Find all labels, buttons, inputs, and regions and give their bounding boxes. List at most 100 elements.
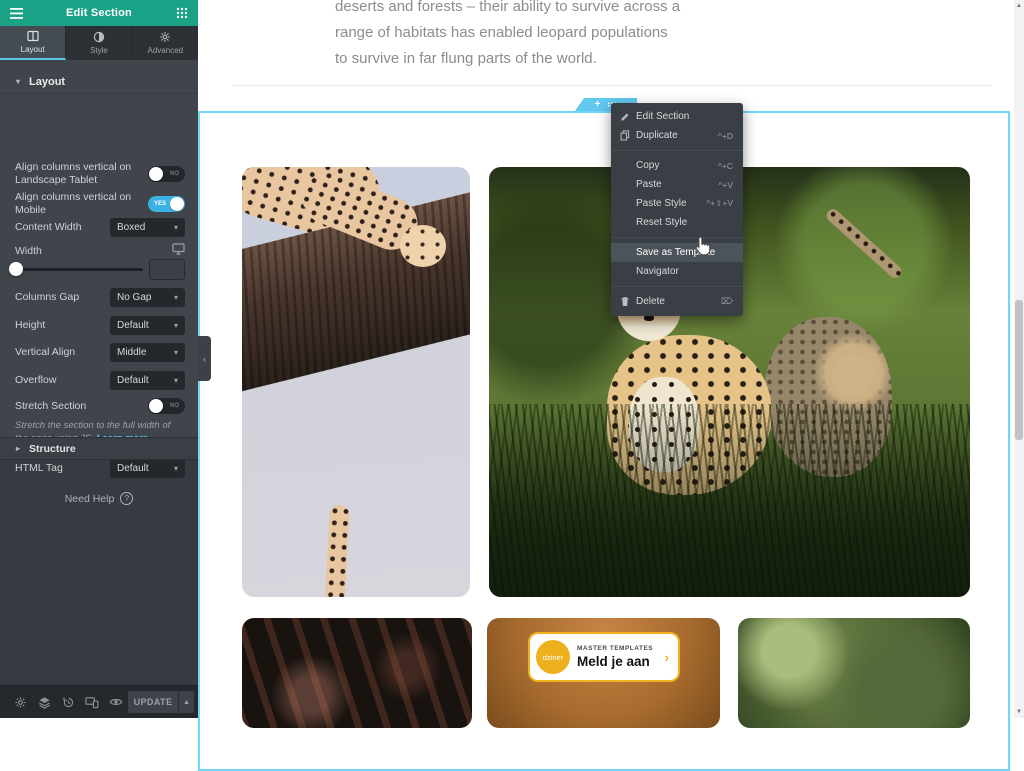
section-context-menu: Edit Section Duplicate ^+D Copy ^+C Past… xyxy=(611,103,743,316)
menu-item-reset-style[interactable]: Reset Style xyxy=(611,213,743,232)
control-label: Align columns vertical on Mobile xyxy=(15,191,140,217)
panel-collapse-handle[interactable] xyxy=(198,336,211,381)
menu-item-label: Paste xyxy=(636,179,662,190)
menu-item-label: Navigator xyxy=(636,266,679,277)
chevron-down-icon xyxy=(174,321,178,330)
image-green-foliage[interactable] xyxy=(738,618,970,728)
leopard-paw-shape xyxy=(400,225,446,267)
menu-item-save-as-template[interactable]: Save as Template xyxy=(611,243,743,262)
width-slider-knob[interactable] xyxy=(9,262,23,276)
tab-advanced[interactable]: Advanced xyxy=(133,26,198,60)
navigator-layers-icon[interactable] xyxy=(32,690,56,714)
control-html-tag: HTML Tag Default xyxy=(15,459,185,478)
add-section-icon[interactable] xyxy=(595,100,601,110)
select-value: Boxed xyxy=(117,222,145,233)
page-paragraph[interactable]: deserts and forests – their ability to s… xyxy=(335,0,680,72)
settings-gear-icon[interactable] xyxy=(8,690,32,714)
paragraph-line: range of habitats has enabled leopard po… xyxy=(335,20,680,46)
scrollbar-up-arrow-icon[interactable] xyxy=(1014,0,1024,12)
height-select[interactable]: Default xyxy=(110,316,185,335)
control-vertical-align: Vertical Align Middle xyxy=(15,343,185,362)
widgets-grid-icon[interactable] xyxy=(175,6,189,20)
menu-item-label: Duplicate xyxy=(636,130,678,141)
toggle-knob xyxy=(149,399,163,413)
control-label: Stretch Section xyxy=(15,400,86,413)
duplicate-icon xyxy=(620,130,636,141)
banner-arrow-icon: › xyxy=(665,650,669,665)
image-banner-card[interactable]: dziner MASTER TEMPLATES Meld je aan › xyxy=(487,618,720,728)
tab-layout[interactable]: Layout xyxy=(0,26,66,60)
menu-item-duplicate[interactable]: Duplicate ^+D xyxy=(611,126,743,145)
align-landscape-toggle[interactable]: NO xyxy=(148,166,185,182)
html-tag-select[interactable]: Default xyxy=(110,459,185,478)
menu-divider xyxy=(611,237,743,238)
menu-item-paste-style[interactable]: Paste Style ^+⇧+V xyxy=(611,194,743,213)
control-label: Width xyxy=(15,245,42,258)
update-options-arrow[interactable] xyxy=(178,691,194,713)
image-leopard-branch[interactable] xyxy=(242,167,470,597)
cub-face-shape xyxy=(832,355,874,395)
chevron-down-icon xyxy=(174,464,178,473)
caret-down-icon xyxy=(16,77,20,86)
menu-item-edit-section[interactable]: Edit Section xyxy=(611,107,743,126)
desktop-device-icon[interactable] xyxy=(172,242,185,260)
leopard-tail-shape xyxy=(320,505,350,597)
menu-divider xyxy=(611,150,743,151)
control-content-width: Content Width Boxed xyxy=(15,218,185,237)
tab-label: Style xyxy=(90,46,108,55)
menu-item-copy[interactable]: Copy ^+C xyxy=(611,156,743,175)
cub-tail-shape xyxy=(824,207,904,281)
scrollbar-thumb[interactable] xyxy=(1015,300,1023,440)
style-halfmoon-icon xyxy=(93,31,105,43)
menu-shortcut: ⌦ xyxy=(721,296,733,307)
menu-item-paste[interactable]: Paste ^+V xyxy=(611,175,743,194)
align-mobile-toggle[interactable]: YES xyxy=(148,196,185,212)
update-button-group: UPDATE xyxy=(128,691,194,713)
width-slider-track[interactable] xyxy=(15,268,143,271)
control-width: Width xyxy=(15,242,185,260)
content-width-select[interactable]: Boxed xyxy=(110,218,185,237)
menu-item-label: Reset Style xyxy=(636,217,687,228)
grass-overlay xyxy=(489,404,970,598)
update-button[interactable]: UPDATE xyxy=(128,691,178,713)
width-value-input[interactable] xyxy=(149,259,185,280)
preview-eye-icon[interactable] xyxy=(104,690,128,714)
control-stretch-section: Stretch Section NO xyxy=(15,398,185,414)
gear-icon xyxy=(159,31,171,43)
select-value: Default xyxy=(117,320,149,331)
menu-divider xyxy=(611,286,743,287)
toggle-knob xyxy=(170,197,184,211)
chevron-down-icon xyxy=(174,223,178,232)
panel-header: Edit Section xyxy=(0,0,198,26)
menu-shortcut: ^+V xyxy=(718,180,733,190)
menu-item-label: Delete xyxy=(636,296,665,307)
signup-banner[interactable]: dziner MASTER TEMPLATES Meld je aan › xyxy=(528,632,680,682)
scrollbar-down-arrow-icon[interactable] xyxy=(1014,706,1024,718)
select-value: No Gap xyxy=(117,292,151,303)
stretch-section-toggle[interactable]: NO xyxy=(148,398,185,414)
structure-accordion-header[interactable]: Structure xyxy=(0,437,198,460)
need-help-link[interactable]: Need Help xyxy=(0,492,198,505)
banner-text-block: MASTER TEMPLATES Meld je aan xyxy=(577,645,653,669)
menu-item-delete[interactable]: Delete ⌦ xyxy=(611,292,743,311)
history-icon[interactable] xyxy=(56,690,80,714)
control-label: Columns Gap xyxy=(15,291,79,304)
responsive-mode-icon[interactable] xyxy=(80,690,104,714)
banner-kicker: MASTER TEMPLATES xyxy=(577,645,653,652)
menu-shortcut: ^+D xyxy=(718,131,733,141)
need-help-label: Need Help xyxy=(65,493,115,505)
vertical-align-select[interactable]: Middle xyxy=(110,343,185,362)
hamburger-menu-icon[interactable] xyxy=(9,6,23,20)
tab-style[interactable]: Style xyxy=(66,26,132,60)
layout-accordion-header[interactable]: Layout xyxy=(0,70,198,94)
tab-label: Layout xyxy=(21,45,45,54)
menu-item-navigator[interactable]: Navigator xyxy=(611,262,743,281)
paragraph-line: deserts and forests – their ability to s… xyxy=(335,0,680,20)
image-dark-antelope[interactable] xyxy=(242,618,472,728)
overflow-select[interactable]: Default xyxy=(110,371,185,390)
toggle-knob xyxy=(149,167,163,181)
control-label: HTML Tag xyxy=(15,462,63,475)
page-scrollbar[interactable] xyxy=(1014,0,1024,718)
banner-title: Meld je aan xyxy=(577,654,653,669)
columns-gap-select[interactable]: No Gap xyxy=(110,288,185,307)
